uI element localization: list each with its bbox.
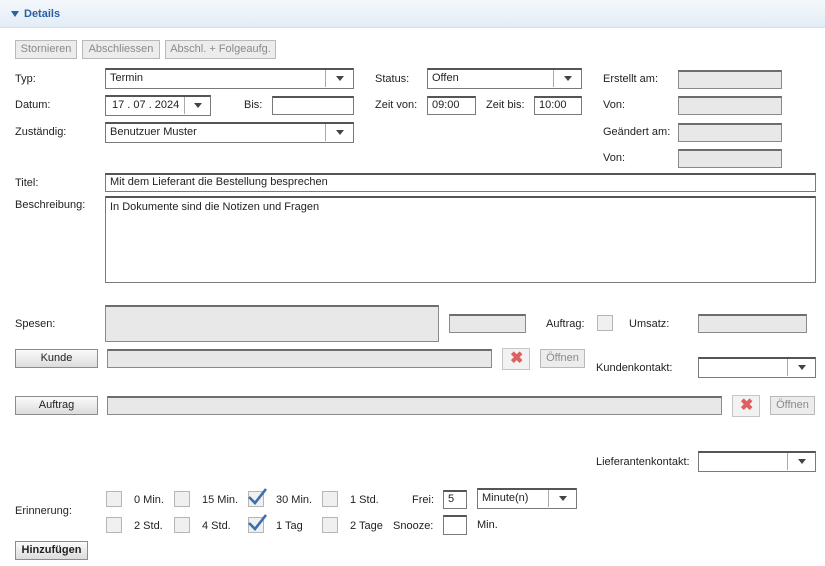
zustaendig-value: Benutzuer Muster — [110, 126, 197, 138]
reminder-15min-label: 15 Min. — [202, 494, 239, 506]
chevron-down-icon — [325, 124, 353, 141]
erstellt-label: Erstellt am: — [603, 73, 659, 85]
collapse-triangle-icon[interactable] — [11, 11, 19, 17]
zustaendig-select[interactable]: Benutzuer Muster — [105, 122, 354, 143]
complete-followup-button[interactable]: Abschl. + Folgeaufg. — [165, 40, 276, 59]
reminder-30min-checkbox[interactable] — [248, 488, 268, 507]
reminder-2tage-label: 2 Tage — [350, 520, 383, 532]
beschreibung-label: Beschreibung: — [15, 199, 86, 211]
checkmark-icon — [248, 514, 268, 531]
delete-icon[interactable]: ✖ — [732, 395, 760, 417]
reminder-1std-checkbox[interactable] — [322, 491, 338, 507]
auftrag-checkbox[interactable] — [597, 315, 613, 331]
kunde-field — [107, 349, 492, 368]
von2-field — [678, 149, 782, 168]
add-button[interactable]: Hinzufügen — [15, 541, 88, 560]
umsatz-field — [698, 314, 807, 333]
zeit-von-label: Zeit von: — [375, 99, 418, 111]
datum-picker[interactable]: 17 . 07 . 2024 — [105, 95, 211, 116]
bis-input[interactable] — [272, 96, 354, 115]
erstellt-field — [678, 70, 782, 89]
status-select[interactable]: Offen — [427, 68, 582, 89]
titel-label: Titel: — [15, 177, 39, 189]
snooze-unit-label: Min. — [477, 519, 498, 531]
typ-label: Typ: — [15, 73, 36, 85]
status-label: Status: — [375, 73, 410, 85]
von2-label: Von: — [603, 152, 626, 164]
auftrag-label: Auftrag: — [546, 318, 585, 330]
snooze-label: Snooze: — [393, 520, 434, 532]
cancel-button[interactable]: Stornieren — [15, 40, 77, 59]
reminder-1tag-checkbox[interactable] — [248, 514, 268, 533]
status-value: Offen — [432, 72, 459, 84]
kundenkontakt-select[interactable] — [698, 357, 816, 378]
snooze-input[interactable] — [443, 515, 467, 535]
frei-input[interactable]: 5 — [443, 490, 467, 509]
reminder-2tage-checkbox[interactable] — [322, 517, 338, 533]
spesen-amount-field — [449, 314, 526, 333]
datum-label: Datum: — [15, 99, 51, 111]
chevron-down-icon — [553, 70, 581, 87]
erinnerung-label: Erinnerung: — [15, 505, 72, 517]
zeit-von-input[interactable]: 09:00 — [427, 96, 476, 115]
reminder-1tag-label: 1 Tag — [276, 520, 303, 532]
spesen-label: Spesen: — [15, 318, 56, 330]
reminder-0min-checkbox[interactable] — [106, 491, 122, 507]
datum-value: 17 . 07 . 2024 — [112, 99, 180, 111]
checkmark-icon — [248, 488, 268, 505]
chevron-down-icon — [325, 70, 353, 87]
reminder-15min-checkbox[interactable] — [174, 491, 190, 507]
chevron-down-icon — [787, 453, 815, 470]
zeit-bis-input[interactable]: 10:00 — [534, 96, 582, 115]
oeffnen-kunde-button[interactable]: Öffnen — [540, 349, 585, 368]
lieferantenkontakt-label: Lieferantenkontakt: — [596, 456, 690, 468]
reminder-30min-label: 30 Min. — [276, 494, 313, 506]
zustaendig-label: Zuständig: — [15, 126, 67, 138]
reminder-2std-checkbox[interactable] — [106, 517, 122, 533]
reminder-4std-label: 4 Std. — [202, 520, 231, 532]
typ-value: Termin — [110, 72, 144, 84]
beschreibung-textarea[interactable]: In Dokumente sind die Notizen und Fragen — [105, 196, 816, 283]
reminder-0min-label: 0 Min. — [134, 494, 164, 506]
delete-icon[interactable]: ✖ — [502, 348, 530, 370]
bis-label: Bis: — [244, 99, 263, 111]
von-field — [678, 96, 782, 115]
geaendert-field — [678, 123, 782, 142]
spesen-field — [105, 305, 439, 342]
auftrag-button[interactable]: Auftrag — [15, 396, 98, 415]
kundenkontakt-label: Kundenkontakt: — [596, 362, 673, 374]
reminder-2std-label: 2 Std. — [134, 520, 163, 532]
typ-select[interactable]: Termin — [105, 68, 354, 89]
chevron-down-icon — [184, 97, 210, 114]
reminder-1std-label: 1 Std. — [350, 494, 379, 506]
geaendert-label: Geändert am: — [603, 126, 671, 138]
zeit-bis-label: Zeit bis: — [486, 99, 525, 111]
auftrag-field — [107, 396, 722, 415]
details-section-header[interactable]: Details — [0, 0, 825, 28]
chevron-down-icon — [548, 490, 576, 507]
kunde-button[interactable]: Kunde — [15, 349, 98, 368]
lieferantenkontakt-select[interactable] — [698, 451, 816, 472]
titel-input[interactable]: Mit dem Lieferant die Bestellung besprec… — [105, 173, 816, 192]
section-title: Details — [24, 8, 61, 20]
umsatz-label: Umsatz: — [629, 318, 670, 330]
von-label: Von: — [603, 99, 626, 111]
reminder-4std-checkbox[interactable] — [174, 517, 190, 533]
chevron-down-icon — [787, 359, 815, 376]
oeffnen-auftrag-button[interactable]: Öffnen — [770, 396, 815, 415]
unit-select[interactable]: Minute(n) — [477, 488, 577, 509]
complete-button[interactable]: Abschliessen — [82, 40, 160, 59]
unit-value: Minute(n) — [482, 492, 529, 504]
frei-label: Frei: — [412, 494, 434, 506]
